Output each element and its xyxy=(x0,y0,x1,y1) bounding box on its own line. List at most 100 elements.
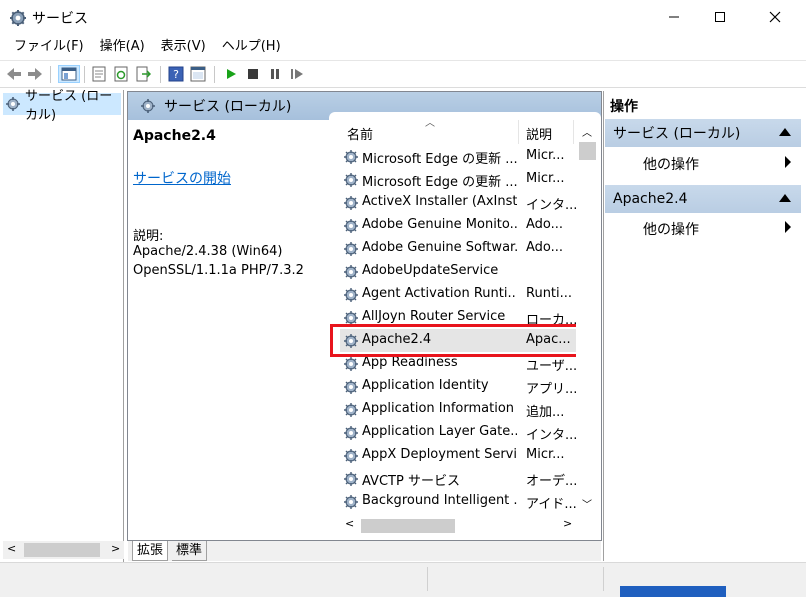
service-row[interactable]: AdobeUpdateService xyxy=(340,260,576,283)
description-line-1: Apache/2.4.38 (Win64) xyxy=(133,244,283,259)
service-description: オーデ... xyxy=(526,474,576,489)
forward-button[interactable] xyxy=(26,65,44,83)
service-description: Micr... xyxy=(526,148,565,163)
console-icon xyxy=(190,66,206,82)
actions-section-label: サービス (ローカル) xyxy=(613,126,741,142)
gear-icon xyxy=(344,218,358,233)
properties-button[interactable] xyxy=(90,65,108,83)
back-button[interactable] xyxy=(5,65,23,83)
service-row[interactable]: AppX Deployment Servi... Micr... xyxy=(340,444,576,467)
stop-service-button[interactable] xyxy=(244,65,262,83)
service-name: Background Intelligent ... xyxy=(362,493,517,508)
service-detail-panel: Apache2.4 サービスの開始 説明: Apache/2.4.38 (Win… xyxy=(133,128,323,278)
restart-icon xyxy=(291,69,303,79)
service-name: Agent Activation Runti... xyxy=(362,286,517,301)
action-more-actions-1[interactable]: 他の操作 xyxy=(643,154,699,174)
gear-icon xyxy=(344,448,358,463)
svg-text:?: ? xyxy=(173,68,179,81)
service-name: Adobe Genuine Softwar... xyxy=(362,240,517,255)
console-tree-pane: サービス (ローカル) xyxy=(0,89,124,562)
export-button[interactable] xyxy=(134,65,152,83)
service-description: アイド... xyxy=(526,497,576,512)
service-name: Application Information xyxy=(362,401,515,416)
service-row[interactable]: Application Information 追加... xyxy=(340,398,576,421)
show-tree-button[interactable] xyxy=(58,65,80,83)
maximize-button[interactable] xyxy=(697,0,743,34)
gear-icon xyxy=(344,149,358,164)
actions-pane xyxy=(603,91,806,561)
start-service-button[interactable] xyxy=(222,65,240,83)
description-label: 説明: xyxy=(133,229,164,244)
close-button[interactable] xyxy=(752,0,798,34)
service-row[interactable]: Microsoft Edge の更新 ... Micr... xyxy=(340,145,576,168)
service-name: Microsoft Edge の更新 ... xyxy=(362,152,517,167)
action-more-actions-2[interactable]: 他の操作 xyxy=(643,219,699,239)
list-vertical-scrollbar[interactable]: ︿ ﹀ xyxy=(576,124,598,516)
restart-service-button[interactable] xyxy=(288,65,306,83)
gear-icon xyxy=(141,99,155,113)
scroll-down-icon: ﹀ xyxy=(582,500,592,511)
tree-scroll-thumb[interactable] xyxy=(24,543,100,557)
show-tree-icon xyxy=(61,67,77,81)
actions-section-services-local[interactable]: サービス (ローカル) xyxy=(605,119,801,147)
scroll-right-icon: > xyxy=(563,517,573,530)
submenu-arrow-icon xyxy=(785,156,791,168)
gear-icon xyxy=(6,97,20,111)
service-description: インタ... xyxy=(526,428,576,443)
scroll-up-icon: ︿ xyxy=(582,128,592,139)
service-description: Runti... xyxy=(526,286,573,301)
service-row[interactable]: Application Layer Gate... インタ... xyxy=(340,421,576,444)
service-row[interactable]: Application Identity アプリ... xyxy=(340,375,576,398)
service-name: Adobe Genuine Monito... xyxy=(362,217,517,232)
pause-service-button[interactable] xyxy=(266,65,284,83)
service-row[interactable]: Microsoft Edge の更新 ... Micr... xyxy=(340,168,576,191)
service-description: Micr... xyxy=(526,447,565,462)
refresh-button[interactable] xyxy=(112,65,130,83)
properties-icon xyxy=(92,66,106,82)
menu-file[interactable]: ファイル(F) xyxy=(6,36,92,58)
gear-icon xyxy=(344,471,358,486)
title-bar: サービス xyxy=(0,0,806,34)
taskbar-fragment xyxy=(620,586,726,597)
service-name: Application Layer Gate... xyxy=(362,424,517,439)
service-row[interactable]: AVCTP サービス オーデ... xyxy=(340,467,576,490)
service-description: Ado... xyxy=(526,217,564,232)
back-icon xyxy=(7,68,21,80)
start-service-link[interactable]: サービスの開始 xyxy=(133,168,231,188)
window-title: サービス xyxy=(32,11,88,27)
pause-icon xyxy=(271,69,279,79)
service-name: AllJoyn Router Service xyxy=(362,309,506,324)
collapse-icon xyxy=(779,128,791,136)
gear-icon xyxy=(344,241,358,256)
collapse-icon xyxy=(779,194,791,202)
service-row[interactable]: ActiveX Installer (AxInst... インタ... xyxy=(340,191,576,214)
column-header-description[interactable]: 説明 xyxy=(526,124,552,143)
menu-view[interactable]: 表示(V) xyxy=(153,36,214,58)
tree-item-services-local[interactable]: サービス (ローカル) xyxy=(3,89,121,123)
service-description: ユーザ... xyxy=(526,359,576,374)
tab-extended[interactable]: 拡張 xyxy=(132,541,169,561)
column-header-name[interactable]: 名前 xyxy=(347,124,373,143)
actions-title: 操作 xyxy=(610,99,638,115)
service-row[interactable]: Adobe Genuine Softwar... Ado... xyxy=(340,237,576,260)
help-button[interactable]: ? xyxy=(167,65,185,83)
menu-action[interactable]: 操作(A) xyxy=(92,36,153,58)
list-vertical-scroll-thumb[interactable] xyxy=(579,142,596,160)
list-horizontal-scroll-thumb[interactable] xyxy=(361,519,455,533)
menu-help[interactable]: ヘルプ(H) xyxy=(214,36,289,58)
console-button[interactable] xyxy=(189,65,207,83)
gear-icon xyxy=(344,494,358,509)
gear-icon xyxy=(344,195,358,210)
minimize-button[interactable] xyxy=(651,0,697,34)
forward-icon xyxy=(28,68,42,80)
service-row[interactable]: Background Intelligent ... アイド... xyxy=(340,490,576,513)
service-row[interactable]: Adobe Genuine Monito... Ado... xyxy=(340,214,576,237)
gear-icon xyxy=(344,264,358,279)
tab-standard[interactable]: 標準 xyxy=(172,541,208,561)
service-row[interactable]: Agent Activation Runti... Runti... xyxy=(340,283,576,306)
minimize-icon xyxy=(669,16,679,18)
selection-highlight-box xyxy=(330,324,582,357)
actions-section-apache[interactable]: Apache2.4 xyxy=(605,185,801,213)
stop-icon xyxy=(248,69,258,79)
tree-horizontal-scrollbar[interactable]: < > xyxy=(3,541,124,559)
